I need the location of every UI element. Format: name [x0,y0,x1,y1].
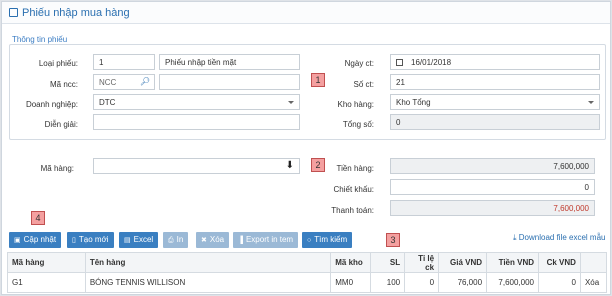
col-ma-kho: Mã kho [330,252,372,273]
thanh-toan-field: 7,600,000 [390,200,595,216]
col-sl: SL [370,252,406,273]
col-ten-hang: Tên hàng [84,252,332,273]
purchase-receipt-panel: Phiếu nhập mua hàng Thông tin phiếu Loại… [1,1,611,295]
doanh-nghiep-label: Doanh nghiệp: [25,100,78,109]
cell-sl[interactable]: 100 [370,272,406,293]
doanh-nghiep-value: DTC [99,98,116,107]
cell-ten-hang: BÓNG TENNIS WILLISON [84,272,332,293]
excel-button[interactable]: ▤ Excel [119,232,159,248]
page-title: Phiếu nhập mua hàng [22,7,130,19]
delete-row-link[interactable]: Xóa [579,272,608,293]
annotation-badge-3: 3 [386,233,400,247]
arrow-down-icon[interactable]: ⬇︎ [286,160,294,171]
ma-ncc-label: Mã ncc: [49,80,78,89]
ma-ncc-placeholder: NCC [99,78,117,87]
export-tem-button[interactable]: ▐ Export in tem [233,232,299,248]
col-gia-vnd: Giá VND [438,252,488,273]
download-template-link[interactable]: ⤓ Download file excel mẫu [513,233,606,243]
dien-giai-label: Diễn giải: [44,120,78,129]
doanh-nghiep-select[interactable]: DTC [93,94,300,110]
so-ct-label: Số ct: [353,80,374,89]
ma-hang-input[interactable]: ⬇︎ [93,158,300,174]
ma-hang-label: Mã hàng: [40,164,74,173]
search-icon[interactable]: 🔎︎ [140,77,150,86]
table-header-row: Mã hàng Tên hàng Mã kho SL Tỉ lệ ck Giá … [7,252,608,273]
dien-giai-input[interactable] [93,114,300,130]
tien-hang-field: 7,600,000 [390,158,595,174]
barcode-icon: ▐ [238,237,243,244]
excel-icon: ▤ [124,237,131,244]
search-button[interactable]: ○ Tìm kiếm [302,232,353,248]
loai-phieu-name-input[interactable]: Phiếu nhập tiền mặt [159,54,300,70]
ngay-ct-value: 16/01/2018 [411,58,452,67]
save-icon: ▣ [14,237,21,244]
download-icon: ⤓ [513,233,517,242]
kho-hang-select[interactable]: Kho Tổng [390,94,600,110]
calendar-icon[interactable] [396,59,403,66]
chevron-down-icon [288,101,294,104]
section-label: Thông tin phiếu [12,35,68,44]
loai-phieu-code-input[interactable]: 1 [93,54,155,70]
col-tien-vnd: Tiền VND [486,252,539,273]
col-ck-vnd: Ck VND [538,252,581,273]
cell-ma-hang: G1 [7,272,86,293]
file-icon: ▯ [72,237,76,244]
search-icon: ○ [307,237,312,244]
kho-hang-label: Kho hàng: [337,100,374,109]
tien-hang-label: Tiền hàng: [336,164,374,173]
close-icon: ✖ [201,237,207,244]
cell-ma-kho: MM0 [330,272,372,293]
annotation-badge-1: 1 [311,73,325,87]
chevron-down-icon [588,101,594,104]
loai-phieu-label: Loại phiếu: [38,59,78,68]
tong-so-field: 0 [390,114,600,130]
so-ct-input[interactable]: 21 [390,74,600,90]
ngay-ct-label: Ngày ct: [344,59,374,68]
cell-gia-vnd[interactable]: 76,000 [438,272,488,293]
col-ma-hang: Mã hàng [7,252,86,273]
kho-hang-value: Kho Tổng [396,98,431,107]
items-table: Mã hàng Tên hàng Mã kho SL Tỉ lệ ck Giá … [7,252,608,293]
cell-tien-vnd: 7,600,000 [486,272,539,293]
tong-so-label: Tổng số: [342,120,374,129]
print-icon: ⎙ [168,237,174,244]
col-action [579,252,608,273]
cell-ti-le-ck[interactable]: 0 [404,272,440,293]
new-button[interactable]: ▯ Tạo mới [67,232,114,248]
delete-button[interactable]: ✖ Xóa [196,232,230,248]
cell-ck-vnd[interactable]: 0 [538,272,581,293]
thanh-toan-label: Thanh toán: [331,206,374,215]
title-bar: Phiếu nhập mua hàng [2,2,610,24]
print-button[interactable]: ⎙ In [163,232,189,248]
ma-ncc-name-input[interactable] [159,74,300,90]
chiet-khau-label: Chiết khấu: [333,185,374,194]
table-row: G1 BÓNG TENNIS WILLISON MM0 100 0 76,000… [7,272,608,293]
col-ti-le-ck: Tỉ lệ ck [404,252,440,273]
ngay-ct-input[interactable]: 16/01/2018 [390,54,600,70]
annotation-badge-4: 4 [31,211,45,225]
chiet-khau-input[interactable]: 0 [390,179,595,195]
ma-ncc-input[interactable]: NCC 🔎︎ [93,74,155,90]
save-button[interactable]: ▣ Cập nhật [9,232,62,248]
